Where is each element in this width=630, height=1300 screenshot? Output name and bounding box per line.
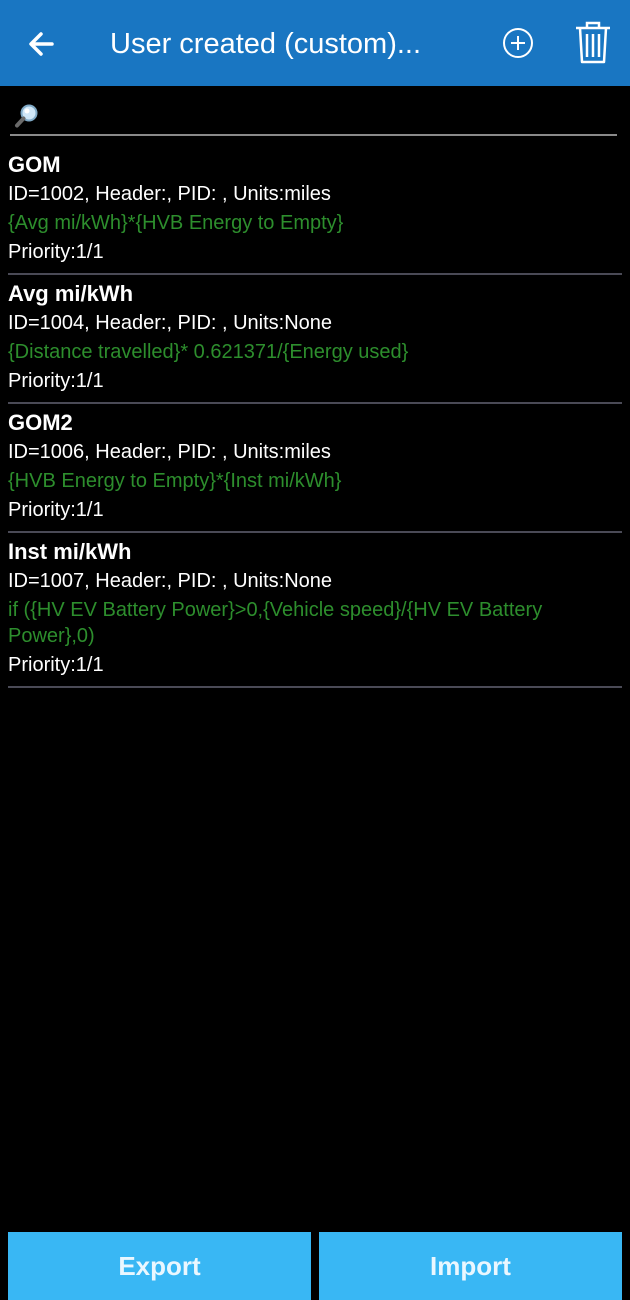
- item-info: ID=1007, Header:, PID: , Units:None: [8, 570, 333, 592]
- item-info: ID=1004, Header:, PID: , Units:None: [8, 312, 333, 334]
- item-info: ID=1002, Header:, PID: , Units:miles: [8, 183, 331, 205]
- search-input[interactable]: [50, 100, 614, 134]
- import-button[interactable]: Import: [319, 1232, 622, 1300]
- item-info: ID=1006, Header:, PID: , Units:miles: [8, 441, 331, 463]
- custom-pid-list: GOM ID=1002, Header:, PID: , Units:miles…: [8, 146, 622, 688]
- arrow-left-icon[interactable]: [22, 24, 62, 64]
- trash-icon[interactable]: [572, 20, 614, 66]
- item-formula: {Distance travelled}* 0.621371/{Energy u…: [8, 341, 409, 363]
- app-bar: User created (custom)...: [0, 0, 630, 86]
- plus-circle-icon[interactable]: [500, 25, 536, 61]
- item-name: GOM2: [8, 410, 73, 435]
- list-item[interactable]: Inst mi/kWh ID=1007, Header:, PID: , Uni…: [8, 533, 622, 688]
- list-item[interactable]: GOM ID=1002, Header:, PID: , Units:miles…: [8, 146, 622, 275]
- item-priority: Priority:1/1: [8, 499, 104, 521]
- item-priority: Priority:1/1: [8, 370, 104, 392]
- item-priority: Priority:1/1: [8, 241, 104, 263]
- search-bar: [10, 100, 617, 136]
- magnifier-icon: [15, 104, 38, 128]
- list-item[interactable]: GOM2 ID=1006, Header:, PID: , Units:mile…: [8, 404, 622, 533]
- item-name: GOM: [8, 152, 61, 177]
- list-item[interactable]: Avg mi/kWh ID=1004, Header:, PID: , Unit…: [8, 275, 622, 404]
- item-formula: if ({HV EV Battery Power}>0,{Vehicle spe…: [8, 599, 543, 647]
- item-name: Inst mi/kWh: [8, 539, 132, 564]
- item-name: Avg mi/kWh: [8, 281, 134, 306]
- page-title: User created (custom)...: [110, 28, 422, 60]
- item-priority: Priority:1/1: [8, 654, 104, 676]
- item-formula: {Avg mi/kWh}*{HVB Energy to Empty}: [8, 212, 344, 234]
- export-button[interactable]: Export: [8, 1232, 311, 1300]
- item-formula: {HVB Energy to Empty}*{Inst mi/kWh}: [8, 470, 342, 492]
